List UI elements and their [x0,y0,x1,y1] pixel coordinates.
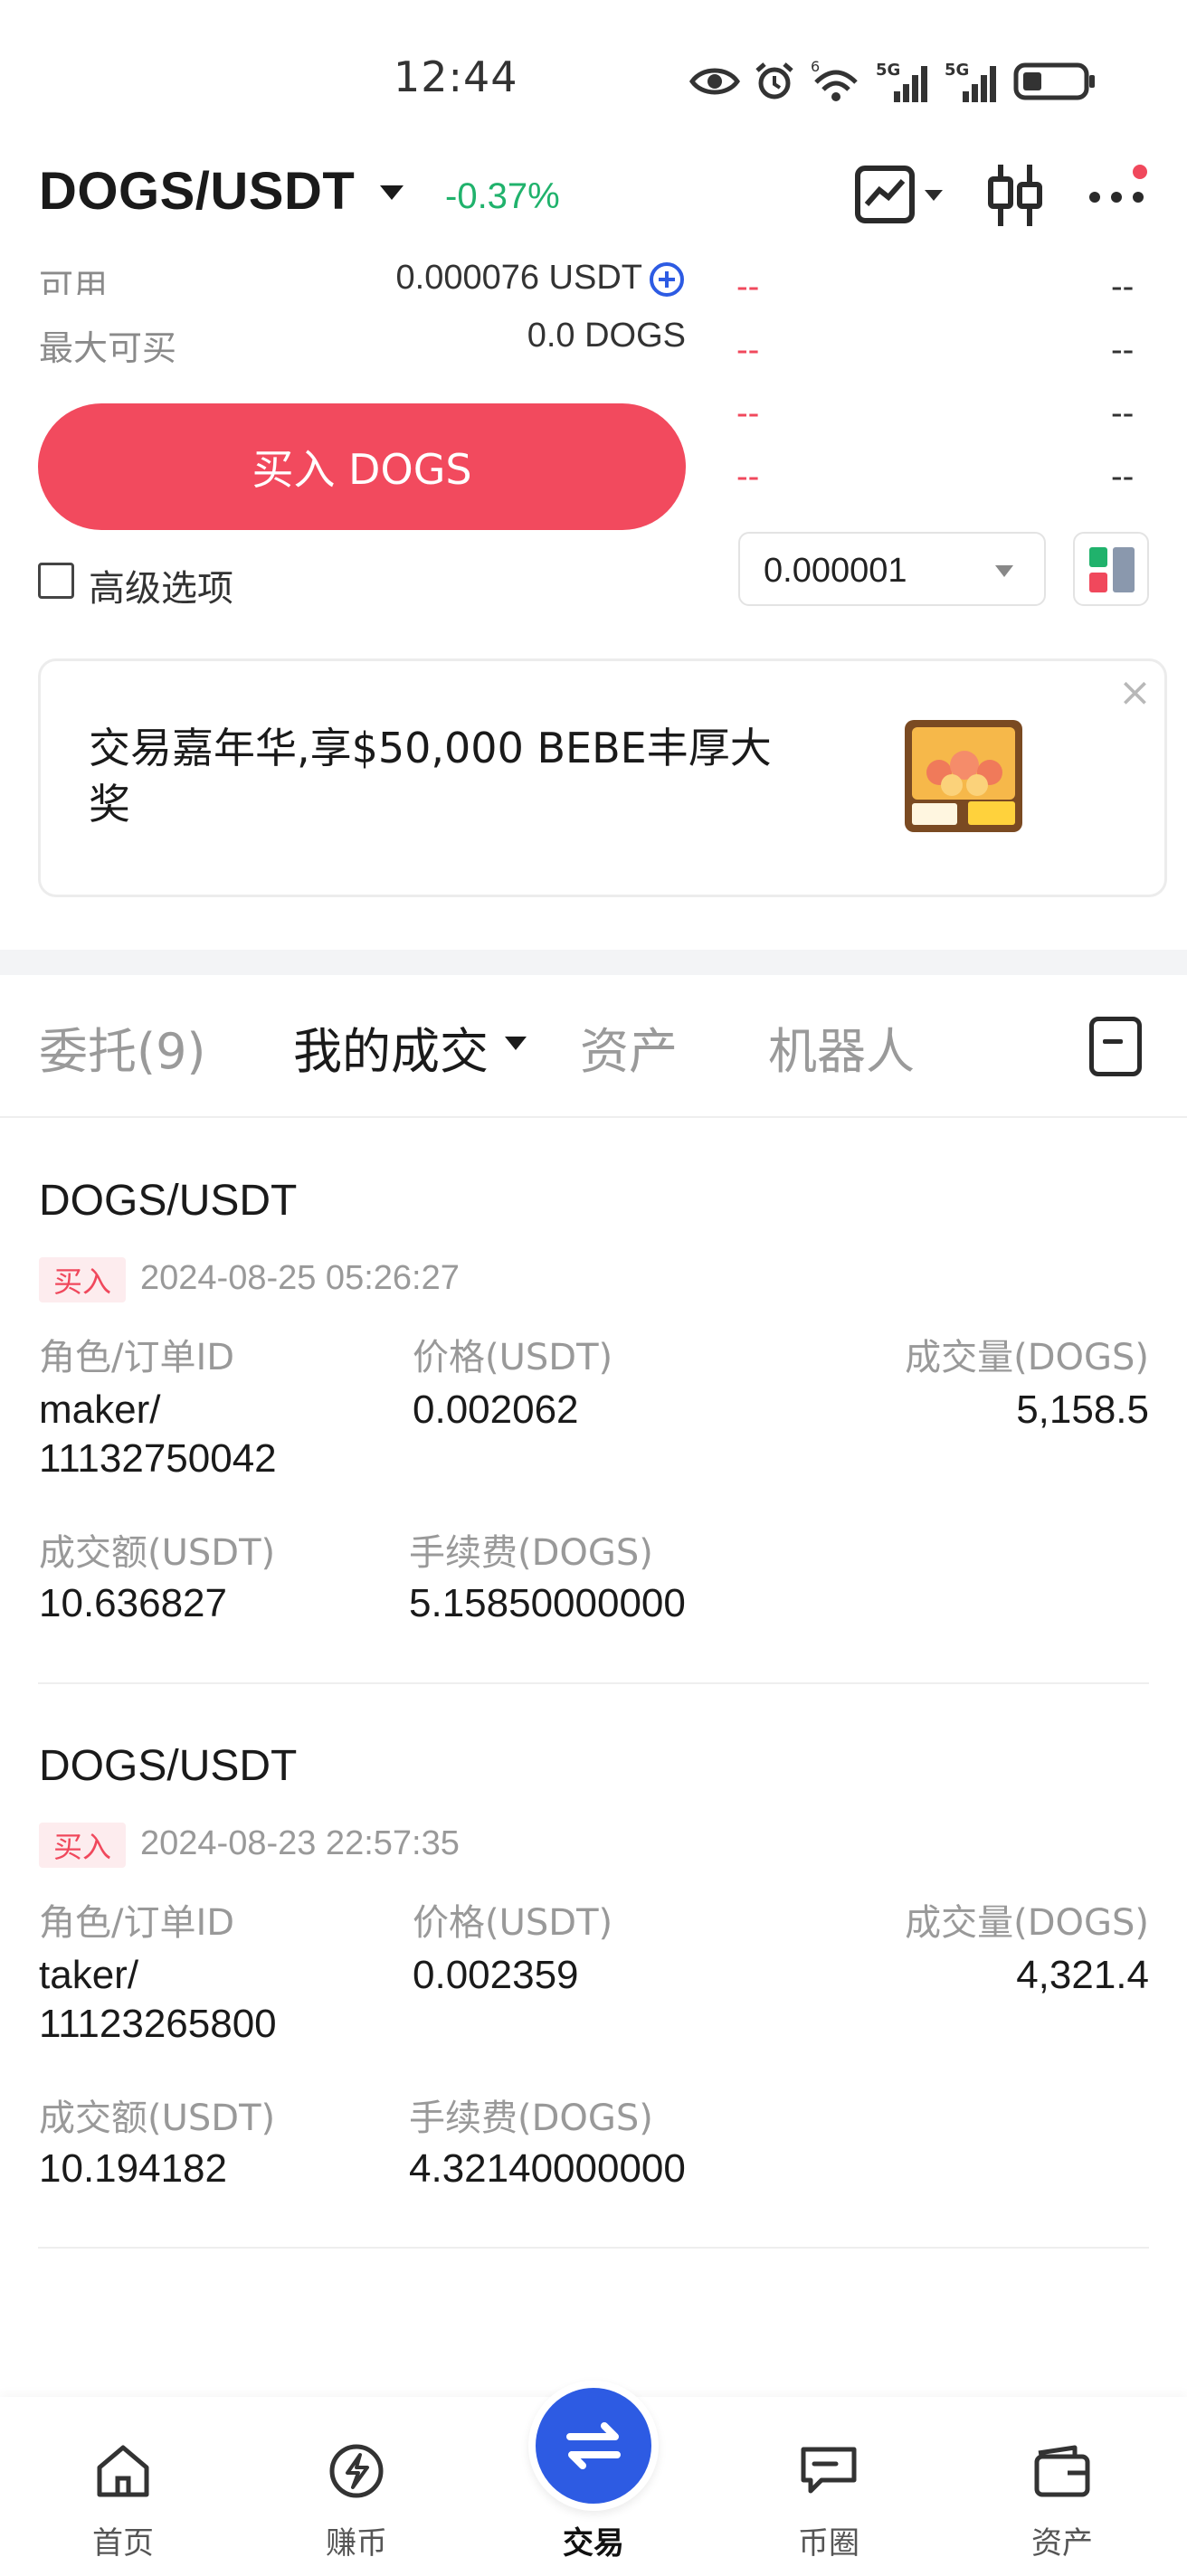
trade-time: 2024-08-23 22:57:35 [140,1824,460,1862]
price-label: 价格(USDT) [413,1902,613,1944]
orderbook-layout-icon [1089,547,1135,592]
orderbook-qty: -- [1111,331,1135,369]
side-badge: 买入 [39,1823,126,1868]
status-icons: 6 5G 5G [689,56,1097,107]
chevron-down-icon [995,565,1013,577]
qty-value: 5,158.5 [1016,1387,1149,1432]
candlestick-icon[interactable] [986,163,1044,228]
home-icon [97,2445,149,2497]
order-id: 11132750042 [39,1436,277,1481]
tab-my-trades[interactable]: 我的成交 [293,1011,489,1083]
status-time: 12:44 [394,52,518,101]
trade-swap-button[interactable] [528,2381,659,2511]
card-divider [38,2247,1149,2249]
role-value: maker/ [39,1387,161,1432]
nav-label: 首页 [92,2525,154,2562]
qty-label: 成交量(DOGS) [905,1337,1149,1378]
order-id: 11123265800 [39,2002,277,2046]
advanced-options-checkbox[interactable] [38,563,74,599]
max-buy-label: 最大可买 [39,328,177,368]
fee-value: 5.15850000000 [409,1581,686,1625]
treasure-chest-icon [905,720,1022,832]
fee-label: 手续费(DOGS) [409,1532,653,1574]
card-divider [38,1682,1149,1684]
chart-switch-icon[interactable] [854,163,954,228]
svg-text:5G: 5G [876,61,900,80]
nav-label: 赚币 [326,2525,387,2562]
trade-pair: DOGS/USDT [39,1742,298,1790]
orderbook-layout-button[interactable] [1073,532,1149,606]
amount-value: 10.194182 [39,2146,227,2191]
close-icon[interactable]: × [1118,673,1152,713]
orderbook-qty: -- [1111,458,1135,496]
fee-label: 手续费(DOGS) [409,2098,653,2139]
role-value: taker/ [39,1953,139,1997]
orderbook-price: -- [736,394,760,432]
signal-5g-icon: 5G [945,61,996,102]
tab-assets[interactable]: 资产 [580,1011,678,1083]
add-funds-icon[interactable] [648,260,686,298]
chevron-down-icon[interactable] [505,1037,527,1050]
earn-icon [329,2444,384,2498]
trade-swap-icon [566,2422,621,2469]
price-value: 0.002359 [413,1953,579,1997]
amount-label: 成交额(USDT) [39,2098,276,2139]
amount-label: 成交额(USDT) [39,1532,276,1574]
signal-5g-icon: 5G [876,61,927,102]
price-change: -0.37% [445,176,560,216]
role-label: 角色/订单ID [39,1337,235,1378]
tab-bots[interactable]: 机器人 [768,1011,915,1083]
tab-orders[interactable]: 委托(9) [39,1011,206,1083]
available-label: 可用 [39,267,109,295]
promo-banner-text[interactable]: 交易嘉年华,享$50,000 BEBE丰厚大奖 [89,720,812,832]
qty-value: 4,321.4 [1016,1953,1149,1997]
order-history-icon[interactable] [1089,1017,1142,1076]
buy-button[interactable]: 买入 DOGS [38,403,686,530]
side-badge: 买入 [39,1257,126,1302]
orderbook-price: -- [736,458,760,496]
svg-text:5G: 5G [945,61,969,80]
available-value: 0.000076 USDT [395,259,643,295]
amount-value: 10.636827 [39,1581,227,1625]
orderbook-qty: -- [1111,394,1135,432]
wallet-icon [1034,2445,1090,2497]
trade-time: 2024-08-25 05:26:27 [140,1259,460,1297]
nav-label: 交易 [563,2525,624,2562]
fee-value: 4.32140000000 [409,2146,686,2191]
precision-select[interactable]: 0.000001 [738,532,1046,606]
precision-value: 0.000001 [764,552,907,590]
orderbook-qty: -- [1111,268,1135,306]
svg-text:6: 6 [811,59,820,75]
tabs-divider [0,1116,1187,1118]
price-label: 价格(USDT) [413,1337,613,1378]
trade-pair: DOGS/USDT [39,1177,298,1225]
pair-title[interactable]: DOGS/USDT [39,161,355,222]
battery-icon [1013,62,1095,100]
qty-label: 成交量(DOGS) [905,1902,1149,1944]
pair-dropdown-caret-icon[interactable] [380,185,404,200]
section-separator [0,950,1187,975]
orderbook-price: -- [736,331,760,369]
wifi-icon: 6 [811,59,858,101]
price-value: 0.002062 [413,1387,579,1432]
alarm-icon [755,62,793,99]
max-buy-value: 0.0 DOGS [527,317,686,355]
chat-icon [801,2447,857,2494]
orderbook-price: -- [736,268,760,306]
eye-icon [689,68,740,95]
nav-label: 币圈 [798,2525,859,2562]
more-icon[interactable] [1086,163,1158,228]
advanced-options-label[interactable]: 高级选项 [89,559,233,611]
role-label: 角色/订单ID [39,1902,235,1944]
nav-label: 资产 [1031,2525,1093,2562]
